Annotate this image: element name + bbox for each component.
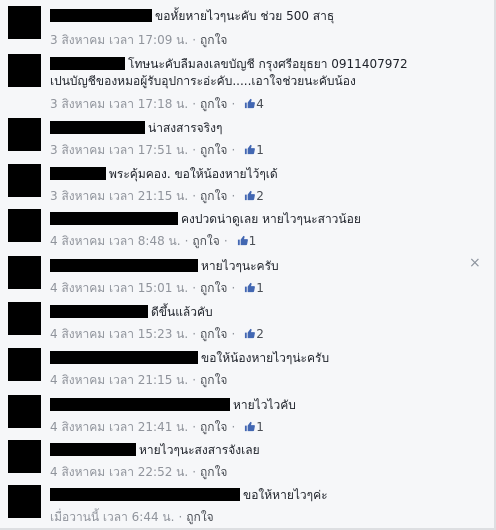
avatar[interactable] [8, 440, 41, 473]
comment-meta: 3 สิงหาคม เวลา 17:18 น. · ถูกใจ · 4 [50, 97, 264, 111]
comment-timestamp[interactable]: 4 สิงหาคม เวลา 15:01 น. [50, 281, 188, 295]
comment-meta: 4 สิงหาคม เวลา 15:23 น. · ถูกใจ · 2 [50, 327, 264, 341]
like-link[interactable]: ถูกใจ [200, 97, 227, 111]
like-count: 2 [256, 327, 264, 341]
like-link[interactable]: ถูกใจ [200, 281, 227, 295]
like-link[interactable]: ถูกใจ [200, 327, 227, 341]
comment-text: โทษนะคับลืมลงเลขบัญชี กรุงศรีอยุธยา 0911… [128, 57, 408, 71]
comment-meta: 4 สิงหาคม เวลา 21:41 น. · ถูกใจ · 1 [50, 420, 264, 434]
comment-meta: 4 สิงหาคม เวลา 22:52 น. · ถูกใจ [50, 465, 228, 479]
comment-timestamp[interactable]: 4 สิงหาคม เวลา 21:41 น. [50, 420, 188, 434]
comment-timestamp[interactable]: 4 สิงหาคม เวลา 21:15 น. [50, 373, 188, 387]
thumbs-up-icon[interactable] [244, 98, 256, 109]
commenter-name-redacted[interactable] [50, 488, 240, 501]
avatar[interactable] [8, 164, 41, 197]
thumbs-up-icon[interactable] [244, 421, 256, 432]
like-count: 1 [248, 234, 257, 248]
comment-list: ขอหั้ยหายไวๆนะคับ ช่วย 500 สาธุ 3 สิงหาค… [0, 0, 496, 530]
commenter-name-redacted[interactable] [50, 121, 145, 134]
comment-text: น่าสงสารจริงๆ [148, 121, 223, 135]
comment-timestamp[interactable]: 4 สิงหาคม เวลา 22:52 น. [50, 465, 188, 479]
comment-timestamp[interactable]: 3 สิงหาคม เวลา 17:09 น. [50, 33, 188, 47]
like-count: 4 [256, 97, 264, 111]
avatar[interactable] [8, 302, 41, 335]
comment-text-line2: เปนบัญชีของหมอผู้รับอุปการะอ่ะคับ.....เอ… [50, 74, 356, 88]
commenter-name-redacted[interactable] [50, 9, 152, 22]
comment-meta: 4 สิงหาคม เวลา 8:48 น. · ถูกใจ · 1 [50, 234, 257, 248]
comment-meta: 4 สิงหาคม เวลา 21:15 น. · ถูกใจ [50, 373, 228, 387]
comment-timestamp[interactable]: 4 สิงหาคม เวลา 15:23 น. [50, 327, 188, 341]
comment-meta: 3 สิงหาคม เวลา 17:09 น. · ถูกใจ [50, 33, 228, 47]
commenter-name-redacted[interactable] [50, 443, 136, 456]
commenter-name-redacted[interactable] [50, 57, 125, 70]
commenter-name-redacted[interactable] [50, 259, 198, 272]
avatar[interactable] [8, 256, 41, 289]
thumbs-up-icon[interactable] [237, 235, 248, 246]
comment-text: พระคุ้มคอง. ขอให้น้องหายไว้ๆเด้ [109, 167, 278, 181]
comment-meta: 3 สิงหาคม เวลา 17:51 น. · ถูกใจ · 1 [50, 143, 264, 157]
like-link[interactable]: ถูกใจ [186, 510, 213, 524]
like-link[interactable]: ถูกใจ [192, 234, 219, 248]
thumbs-up-icon[interactable] [244, 190, 256, 201]
comment-text: ขอหั้ยหายไวๆนะคับ ช่วย 500 สาธุ [155, 9, 335, 23]
comment-text: หายไวๆนะครับ [201, 259, 279, 273]
commenter-name-redacted[interactable] [50, 398, 230, 411]
commenter-name-redacted[interactable] [50, 305, 148, 318]
commenter-name-redacted[interactable] [50, 167, 106, 180]
avatar[interactable] [8, 348, 41, 381]
like-link[interactable]: ถูกใจ [200, 33, 227, 47]
like-link[interactable]: ถูกใจ [200, 465, 227, 479]
like-count: 2 [256, 189, 264, 203]
thumbs-up-icon[interactable] [244, 282, 256, 293]
comment-text: หายไวไวคับ [233, 398, 296, 412]
comment-meta: เมื่อวานนี้ เวลา 6:44 น. · ถูกใจ [50, 510, 214, 524]
like-link[interactable]: ถูกใจ [200, 189, 227, 203]
close-icon[interactable]: × [469, 256, 481, 270]
like-link[interactable]: ถูกใจ [200, 143, 227, 157]
like-link[interactable]: ถูกใจ [200, 420, 227, 434]
comment-text: ขอให้หายไวๆค่ะ [243, 488, 328, 502]
avatar[interactable] [8, 485, 41, 518]
comment-meta: 4 สิงหาคม เวลา 15:01 น. · ถูกใจ · 1 [50, 281, 264, 295]
comment-timestamp[interactable]: เมื่อวานนี้ เวลา 6:44 น. [50, 510, 174, 524]
commenter-name-redacted[interactable] [50, 212, 178, 225]
avatar[interactable] [8, 118, 41, 151]
comment-text: หายไวๆนะสงสารจังเลย [139, 443, 260, 457]
comment-timestamp[interactable]: 3 สิงหาคม เวลา 17:18 น. [50, 97, 188, 111]
avatar[interactable] [8, 54, 41, 87]
like-count: 1 [256, 420, 264, 434]
comment-text: คงปวดน่าดูเลย หายไวๆนะสาวน้อย [181, 212, 361, 226]
comment-timestamp[interactable]: 3 สิงหาคม เวลา 17:51 น. [50, 143, 188, 157]
comment-timestamp[interactable]: 4 สิงหาคม เวลา 8:48 น. [50, 234, 181, 248]
thumbs-up-icon[interactable] [244, 144, 256, 155]
comment-timestamp[interactable]: 3 สิงหาคม เวลา 21:15 น. [50, 189, 188, 203]
thumbs-up-icon[interactable] [244, 328, 256, 339]
avatar[interactable] [8, 6, 41, 39]
comment-meta: 3 สิงหาคม เวลา 21:15 น. · ถูกใจ · 2 [50, 189, 264, 203]
avatar[interactable] [8, 209, 41, 242]
like-count: 1 [256, 143, 264, 157]
comment-text: ดีขึ้นแล้วคับ [151, 305, 213, 319]
comment-text: ขอให้น้องหายไวๆน่ะครับ [201, 351, 330, 365]
avatar[interactable] [8, 395, 41, 428]
like-count: 1 [256, 281, 264, 295]
like-link[interactable]: ถูกใจ [200, 373, 227, 387]
commenter-name-redacted[interactable] [50, 351, 198, 364]
